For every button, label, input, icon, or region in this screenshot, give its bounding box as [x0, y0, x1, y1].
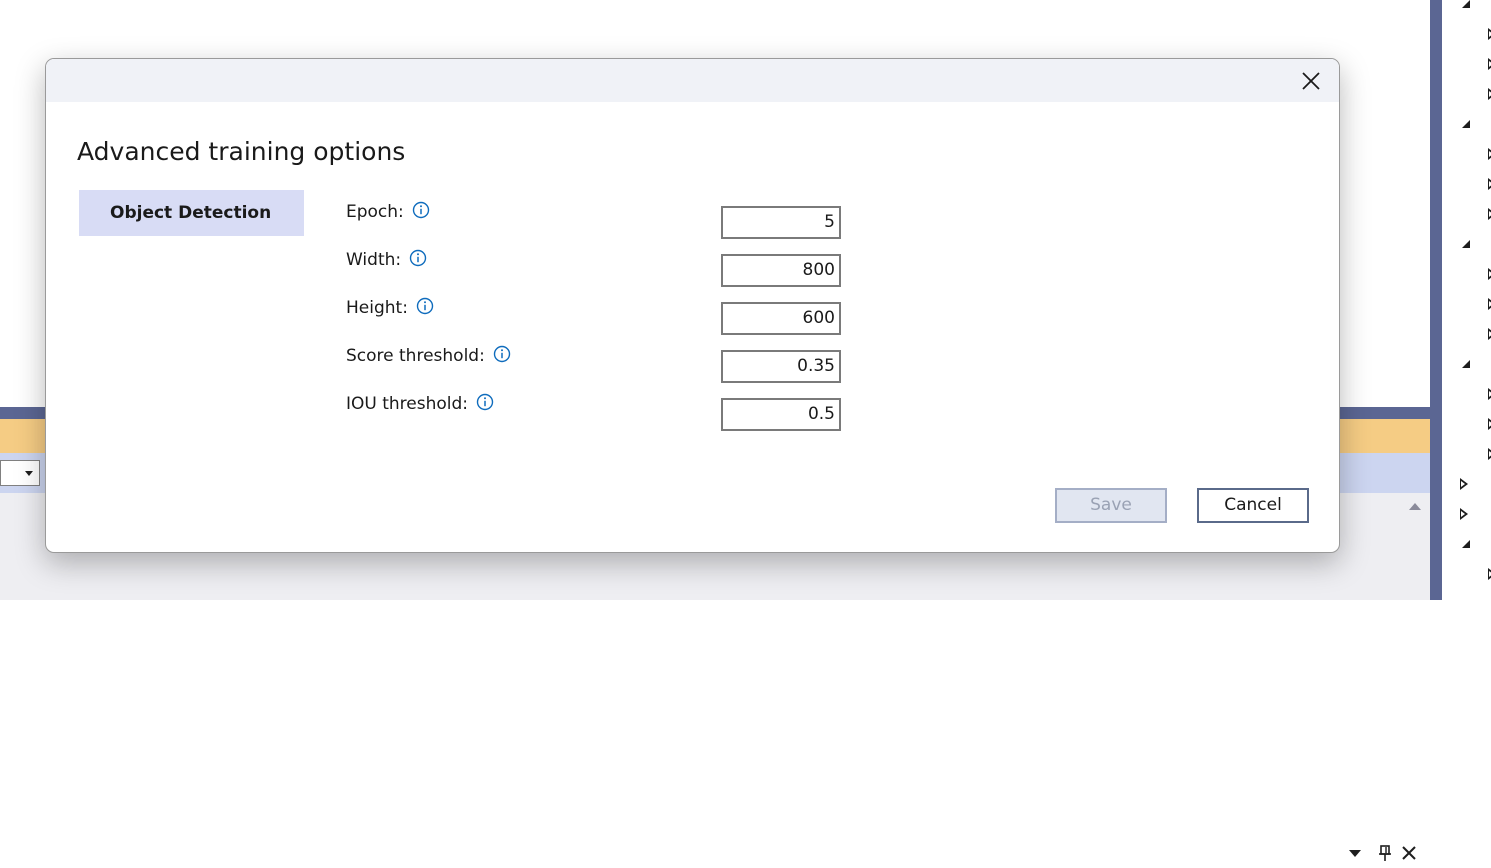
dialog-title: Advanced training options	[77, 137, 406, 166]
tool-window-dropdown[interactable]	[0, 460, 40, 486]
tree-collapsed-icon[interactable]	[1460, 508, 1468, 520]
width-label-row: Width:	[346, 249, 427, 270]
iou-threshold-label-row: IOU threshold:	[346, 393, 494, 414]
pin-icon[interactable]	[1378, 844, 1392, 868]
score-threshold-label-row: Score threshold:	[346, 345, 511, 366]
dropdown-arrow-icon	[25, 471, 33, 476]
info-icon[interactable]	[476, 393, 494, 411]
solution-tree	[1442, 0, 1491, 600]
scroll-up-icon[interactable]	[1409, 503, 1421, 510]
score-threshold-input[interactable]: 0.35	[721, 350, 841, 383]
tree-expanded-icon[interactable]	[1462, 360, 1470, 368]
tool-close-icon[interactable]	[1402, 844, 1416, 864]
info-icon[interactable]	[412, 201, 430, 219]
iou-threshold-label: IOU threshold:	[346, 394, 469, 414]
info-icon[interactable]	[493, 345, 511, 363]
height-label-row: Height:	[346, 297, 434, 318]
tree-expanded-icon[interactable]	[1462, 540, 1470, 548]
info-icon[interactable]	[409, 249, 427, 267]
height-input[interactable]: 600	[721, 302, 841, 335]
epoch-label-row: Epoch:	[346, 201, 430, 222]
advanced-training-dialog: Advanced training options Object Detecti…	[45, 58, 1340, 553]
height-label: Height:	[346, 298, 408, 318]
width-input[interactable]: 800	[721, 254, 841, 287]
epoch-input[interactable]: 5	[721, 206, 841, 239]
tree-expanded-icon[interactable]	[1462, 120, 1470, 128]
tree-expanded-icon[interactable]	[1462, 240, 1470, 248]
tree-collapsed-icon[interactable]	[1460, 478, 1468, 490]
nav-item-label: Object Detection	[110, 203, 272, 223]
info-icon[interactable]	[416, 297, 434, 315]
epoch-label: Epoch:	[346, 202, 404, 222]
score-threshold-label: Score threshold:	[346, 346, 485, 366]
dialog-titlebar	[46, 59, 1339, 102]
window-menu-icon[interactable]	[1349, 850, 1361, 857]
close-button[interactable]	[1297, 67, 1325, 95]
tree-expanded-icon[interactable]	[1462, 0, 1470, 8]
iou-threshold-input[interactable]: 0.5	[721, 398, 841, 431]
cancel-button[interactable]: Cancel	[1197, 488, 1309, 523]
save-button[interactable]: Save	[1055, 488, 1167, 523]
close-icon	[1302, 72, 1320, 90]
nav-item-object-detection[interactable]: Object Detection	[79, 190, 304, 236]
width-label: Width:	[346, 250, 402, 270]
side-panel-border	[1430, 0, 1442, 600]
